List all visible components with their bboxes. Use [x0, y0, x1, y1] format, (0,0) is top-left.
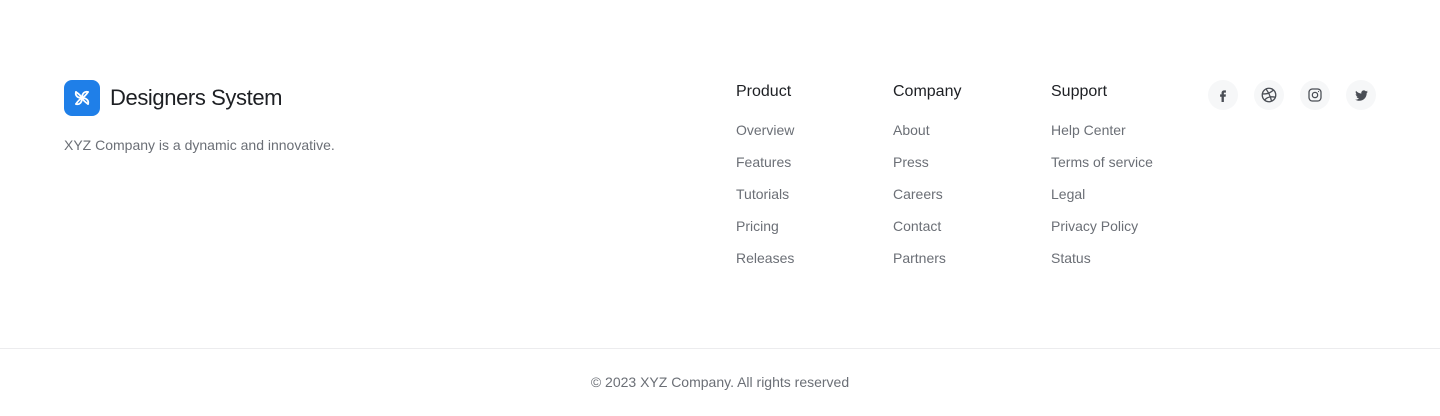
footer-column-support: Support Help Center Terms of service Leg… — [1051, 82, 1153, 280]
footer-link-legal[interactable]: Legal — [1051, 184, 1153, 216]
copyright-text: © 2023 XYZ Company. All rights reserved — [590, 374, 850, 390]
column-title: Company — [893, 83, 962, 100]
brand[interactable]: Designers System — [64, 80, 283, 116]
footer-link-contact[interactable]: Contact — [893, 216, 961, 248]
twitter-icon[interactable] — [1346, 80, 1376, 110]
brand-name: Designers System — [110, 85, 283, 110]
footer-link-partners[interactable]: Partners — [893, 248, 961, 280]
social-links — [1208, 80, 1376, 110]
footer-divider — [0, 348, 1440, 349]
footer-link-features[interactable]: Features — [736, 152, 794, 184]
footer: Designers System XYZ Company is a dynami… — [0, 0, 1440, 416]
facebook-icon[interactable] — [1208, 80, 1238, 110]
footer-link-press[interactable]: Press — [893, 152, 961, 184]
footer-link-tutorials[interactable]: Tutorials — [736, 184, 794, 216]
footer-link-help-center[interactable]: Help Center — [1051, 120, 1153, 152]
column-title: Product — [736, 83, 792, 100]
footer-link-releases[interactable]: Releases — [736, 248, 794, 280]
footer-link-privacy[interactable]: Privacy Policy — [1051, 216, 1153, 248]
column-title: Support — [1051, 83, 1108, 100]
tagline: XYZ Company is a dynamic and innovative. — [64, 137, 335, 153]
instagram-icon[interactable] — [1300, 80, 1330, 110]
logo-icon — [64, 80, 100, 116]
footer-column-company: Company About Press Careers Contact Part… — [893, 82, 961, 280]
footer-link-terms[interactable]: Terms of service — [1051, 152, 1153, 184]
footer-link-overview[interactable]: Overview — [736, 120, 794, 152]
dribbble-icon[interactable] — [1254, 80, 1284, 110]
footer-link-about[interactable]: About — [893, 120, 961, 152]
footer-link-pricing[interactable]: Pricing — [736, 216, 794, 248]
footer-link-careers[interactable]: Careers — [893, 184, 961, 216]
footer-link-status[interactable]: Status — [1051, 248, 1153, 280]
footer-column-product: Product Overview Features Tutorials Pric… — [736, 82, 794, 280]
